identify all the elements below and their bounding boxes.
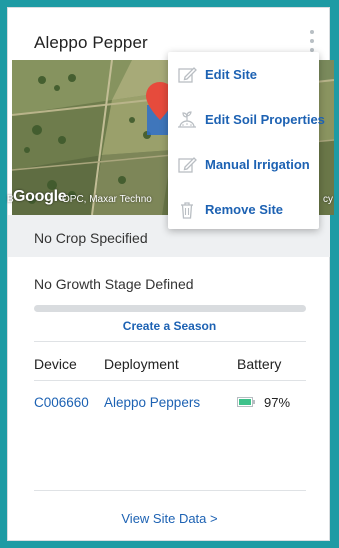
site-title: Aleppo Pepper	[34, 33, 148, 52]
google-logo: Google	[13, 188, 67, 205]
crop-label: No Crop Specified	[34, 230, 148, 246]
deployment-link[interactable]: Aleppo Peppers	[104, 395, 200, 410]
menu-item-edit-soil-properties[interactable]: Edit Soil Properties	[168, 103, 325, 137]
season-progress-bar	[34, 305, 306, 312]
divider	[34, 380, 306, 381]
edit-icon	[178, 67, 197, 83]
menu-item-label: Edit Site	[205, 67, 258, 82]
menu-item-label: Manual Irrigation	[205, 157, 310, 172]
menu-item-remove-site[interactable]: Remove Site	[168, 193, 319, 227]
menu-item-label: Remove Site	[205, 202, 284, 217]
column-header-battery: Battery	[237, 356, 282, 372]
battery-level-fill	[239, 399, 251, 405]
column-header-deployment: Deployment	[104, 356, 179, 372]
divider	[34, 490, 306, 491]
menu-item-edit-site[interactable]: Edit Site	[168, 58, 319, 92]
create-season-link[interactable]: Create a Season	[0, 319, 339, 333]
soil-icon	[178, 111, 196, 128]
battery-percent: 97%	[264, 395, 291, 410]
more-options-icon[interactable]	[308, 30, 316, 52]
menu-item-label: Edit Soil Properties	[205, 112, 325, 127]
battery-icon	[237, 397, 255, 407]
divider	[34, 341, 306, 342]
device-link[interactable]: C006660	[34, 395, 89, 410]
edit-icon	[178, 157, 197, 173]
map-attribution: OPC, Maxar Techno	[62, 194, 152, 205]
trash-icon	[181, 202, 193, 219]
site-options-menu: Edit Site Edit Soil Properties Manual Ir…	[168, 52, 325, 229]
column-header-device: Device	[34, 356, 77, 372]
map-attribution-edge-right: cy	[323, 194, 333, 205]
menu-item-manual-irrigation[interactable]: Manual Irrigation	[168, 148, 319, 182]
growth-stage-label: No Growth Stage Defined	[34, 276, 194, 292]
view-site-data-link[interactable]: View Site Data >	[0, 511, 339, 526]
